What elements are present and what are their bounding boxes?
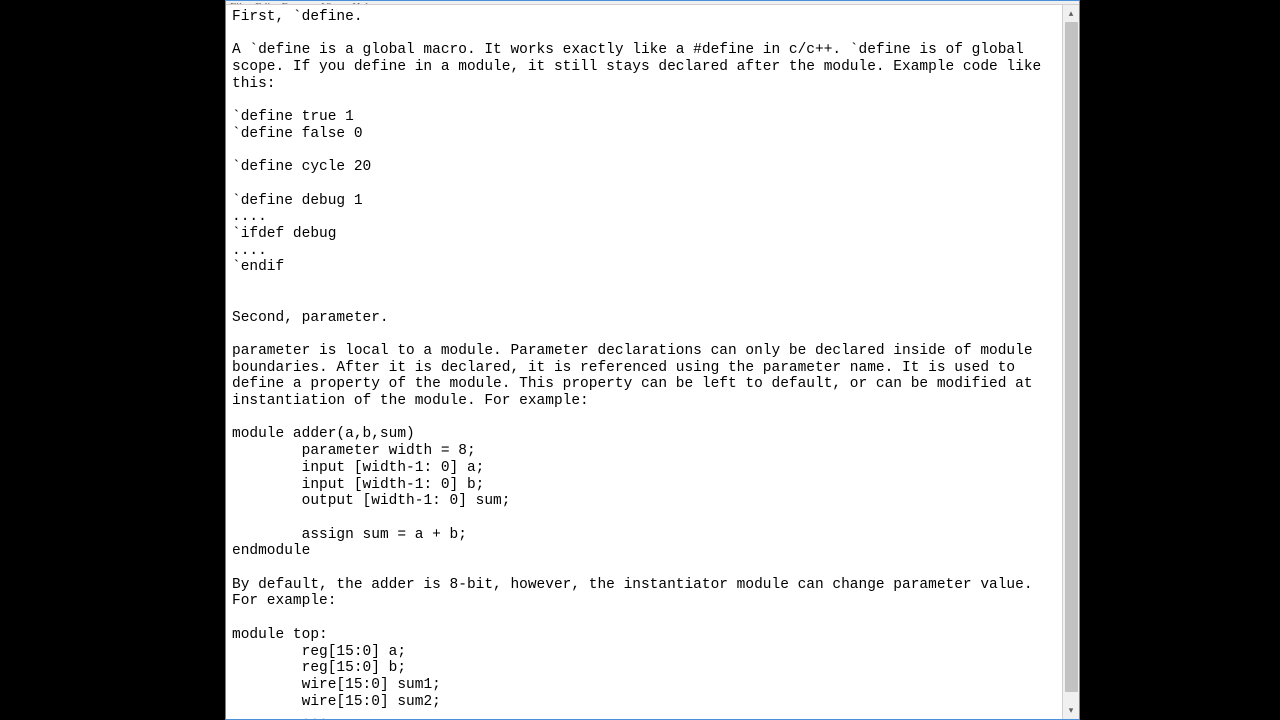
text-line: `define debug 1: [232, 193, 1056, 210]
text-line: ...: [232, 710, 1056, 719]
scroll-thumb[interactable]: [1065, 22, 1078, 692]
text-line: For example:: [232, 593, 1056, 610]
text-editor[interactable]: First, `define. A `define is a global mac…: [226, 5, 1062, 719]
text-line: input [width-1: 0] a;: [232, 460, 1056, 477]
notepad-window: File Edit Format View Help First, `defin…: [225, 0, 1080, 720]
text-line: A `define is a global macro. It works ex…: [232, 42, 1056, 92]
text-line: [232, 610, 1056, 627]
text-line: wire[15:0] sum1;: [232, 677, 1056, 694]
text-line: [232, 26, 1056, 43]
menu-file[interactable]: File: [230, 1, 247, 4]
text-line: parameter width = 8;: [232, 443, 1056, 460]
text-line: ....: [232, 243, 1056, 260]
text-line: Second, parameter.: [232, 310, 1056, 327]
text-line: module top:: [232, 627, 1056, 644]
text-line: By default, the adder is 8-bit, however,…: [232, 577, 1056, 594]
text-line: reg[15:0] a;: [232, 644, 1056, 661]
text-line: wire[15:0] sum2;: [232, 694, 1056, 711]
text-line: [232, 293, 1056, 310]
text-line: [232, 176, 1056, 193]
text-line: input [width-1: 0] b;: [232, 477, 1056, 494]
text-line: `ifdef debug: [232, 226, 1056, 243]
menu-edit[interactable]: Edit: [255, 1, 273, 4]
content-wrap: First, `define. A `define is a global mac…: [226, 5, 1079, 719]
text-line: output [width-1: 0] sum;: [232, 493, 1056, 510]
text-line: endmodule: [232, 543, 1056, 560]
text-line: assign sum = a + b;: [232, 527, 1056, 544]
text-line: `define true 1: [232, 109, 1056, 126]
text-line: `endif: [232, 259, 1056, 276]
text-line: [232, 410, 1056, 427]
text-line: `define false 0: [232, 126, 1056, 143]
text-line: First, `define.: [232, 9, 1056, 26]
scroll-up-button[interactable]: ▴: [1063, 5, 1079, 22]
menu-view[interactable]: View: [321, 1, 344, 4]
text-line: [232, 93, 1056, 110]
text-line: [232, 326, 1056, 343]
text-line: ....: [232, 209, 1056, 226]
text-line: [232, 510, 1056, 527]
scroll-down-button[interactable]: ▾: [1063, 702, 1079, 719]
chevron-down-icon: ▾: [1069, 705, 1074, 716]
chevron-up-icon: ▴: [1069, 8, 1074, 19]
text-line: [232, 276, 1056, 293]
text-line: [232, 143, 1056, 160]
menu-help[interactable]: Help: [352, 1, 373, 4]
vertical-scrollbar[interactable]: ▴ ▾: [1062, 5, 1079, 719]
menu-format[interactable]: Format: [281, 1, 313, 4]
text-line: parameter is local to a module. Paramete…: [232, 343, 1056, 410]
text-line: module adder(a,b,sum): [232, 426, 1056, 443]
text-line: reg[15:0] b;: [232, 660, 1056, 677]
text-line: [232, 560, 1056, 577]
text-line: `define cycle 20: [232, 159, 1056, 176]
